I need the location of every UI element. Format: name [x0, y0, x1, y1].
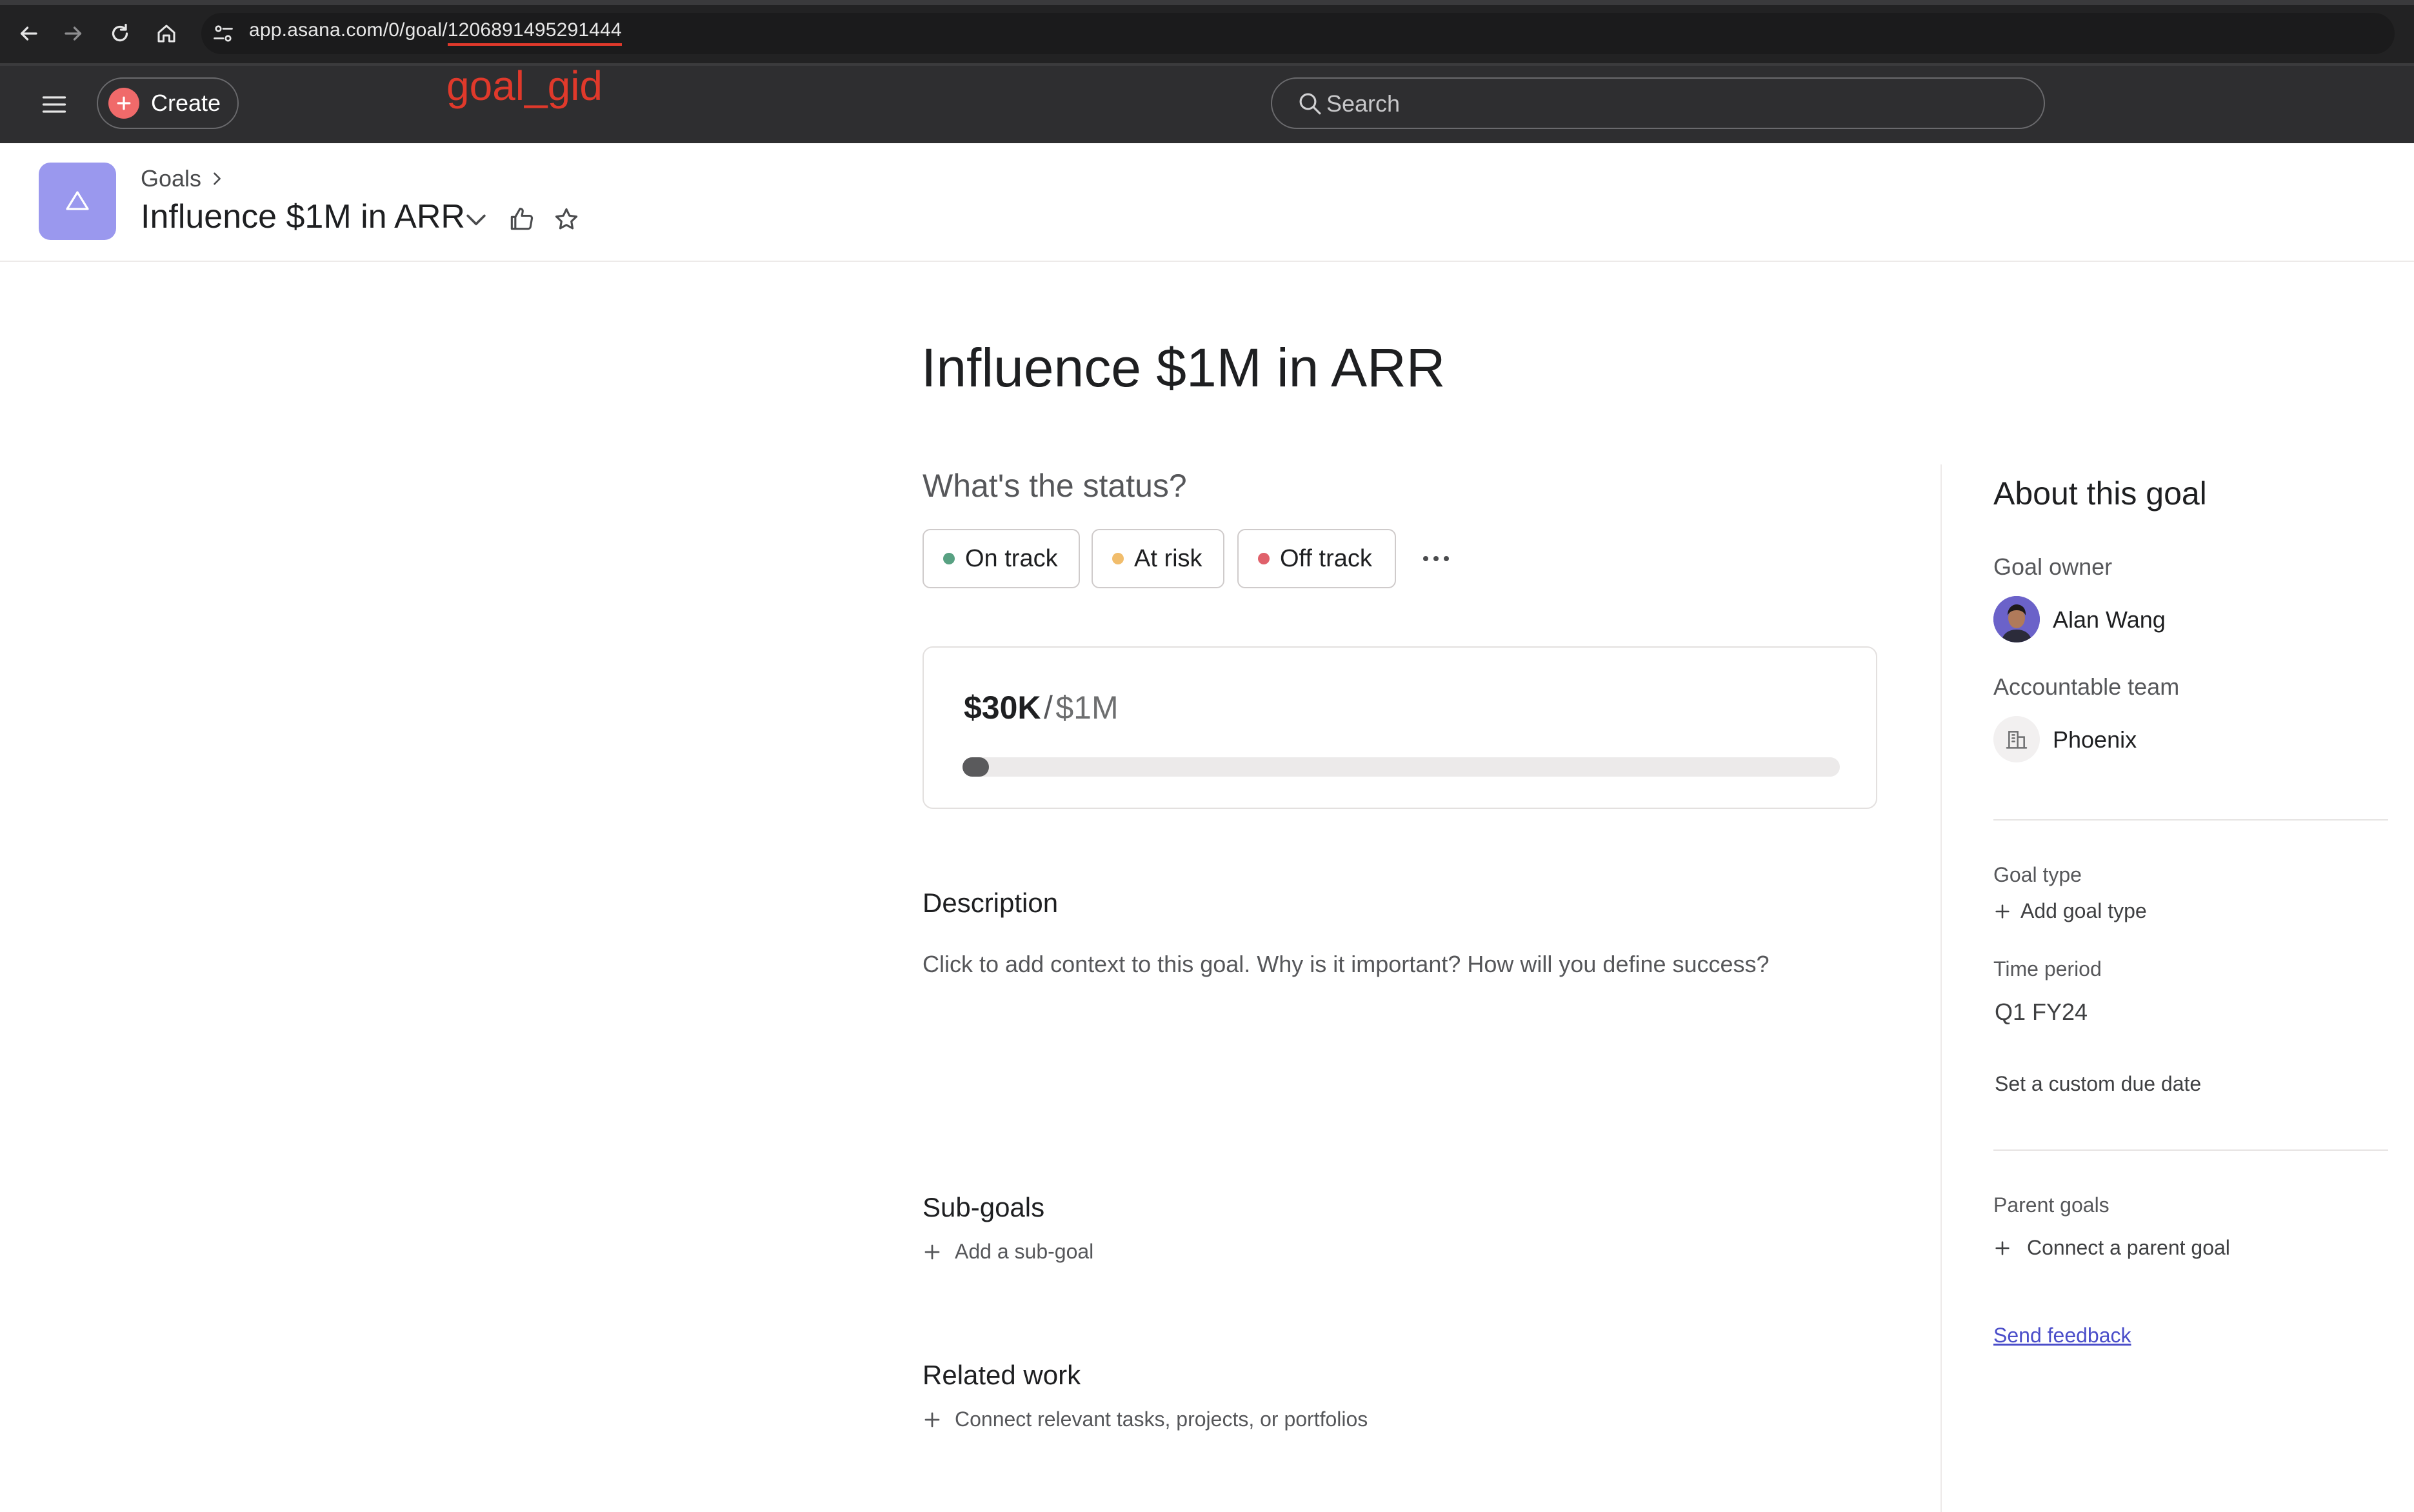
chevron-right-icon	[214, 172, 221, 185]
header-divider	[0, 261, 2414, 262]
description-field[interactable]: Click to add context to this goal. Why i…	[923, 951, 1770, 978]
breadcrumb[interactable]: Goals	[141, 165, 226, 192]
plus-icon	[924, 1244, 940, 1259]
create-button[interactable]: Create	[97, 77, 239, 129]
accountable-team-label: Accountable team	[1993, 673, 2180, 700]
time-period-label: Time period	[1993, 957, 2102, 980]
goal-icon	[39, 163, 116, 240]
about-title: About this goal	[1993, 475, 2207, 512]
progress-current: $30K	[964, 690, 1041, 726]
goal-type-label: Goal type	[1993, 863, 2082, 886]
connect-parent-goal-label: Connect a parent goal	[2027, 1236, 2230, 1259]
progress-card[interactable]: $30K / $1M	[923, 646, 1877, 809]
building-icon	[1993, 716, 2040, 762]
description-heading: Description	[923, 888, 1059, 918]
status-at-risk-button[interactable]: At risk	[1092, 529, 1224, 588]
search-input[interactable]: Search	[1271, 77, 2045, 129]
avatar[interactable]	[1993, 596, 2040, 642]
hamburger-menu-icon[interactable]	[40, 90, 68, 119]
add-subgoal-button[interactable]: Add a sub-goal	[923, 1240, 1093, 1264]
header-goal-title[interactable]: Influence $1M in ARR	[141, 197, 465, 236]
add-goal-type-button[interactable]: Add goal type	[1993, 899, 2147, 923]
gid-underline-annotation	[447, 43, 622, 46]
status-label: Off track	[1280, 544, 1372, 572]
site-settings-icon[interactable]	[212, 22, 235, 45]
subgoals-heading: Sub-goals	[923, 1192, 1045, 1222]
set-custom-due-date-button[interactable]: Set a custom due date	[1995, 1072, 2201, 1096]
progress-bar-fill	[963, 757, 989, 777]
right-panel-divider-2	[1993, 1149, 2388, 1151]
progress-bar	[963, 757, 1840, 777]
plus-icon	[1995, 1240, 2010, 1255]
url-goal-gid: 1206891495291444	[447, 19, 622, 46]
goal-gid-annotation: goal_gid	[446, 63, 603, 109]
send-feedback-link[interactable]: Send feedback	[1993, 1324, 2131, 1348]
connect-related-work-label: Connect relevant tasks, projects, or por…	[955, 1408, 1368, 1431]
search-icon	[1299, 93, 1321, 115]
related-work-heading: Related work	[923, 1360, 1081, 1390]
goal-title[interactable]: Influence $1M in ARR	[921, 337, 1445, 399]
breadcrumb-goals[interactable]: Goals	[141, 165, 201, 192]
progress-target: $1M	[1055, 690, 1119, 726]
status-dot	[1258, 553, 1270, 564]
search-placeholder: Search	[1326, 90, 1401, 117]
more-options-icon[interactable]	[1417, 543, 1455, 574]
progress-value: $30K / $1M	[964, 689, 1119, 726]
url-text[interactable]: app.asana.com/0/goal/1206891495291444	[249, 19, 622, 46]
plus-icon	[1995, 904, 2010, 919]
plus-icon	[924, 1412, 940, 1427]
progress-separator: /	[1043, 690, 1053, 726]
plus-icon	[108, 88, 139, 119]
back-arrow-icon[interactable]	[14, 19, 43, 48]
triangle-goal-icon	[66, 191, 89, 210]
thumbs-up-icon[interactable]	[507, 205, 535, 234]
status-dot	[1112, 553, 1124, 564]
goal-owner-name[interactable]: Alan Wang	[2053, 606, 2166, 633]
goal-owner-label: Goal owner	[1993, 553, 2113, 580]
star-icon[interactable]	[552, 205, 581, 234]
chevron-down-icon[interactable]	[462, 205, 490, 234]
right-panel-divider-1	[1993, 819, 2388, 821]
add-subgoal-label: Add a sub-goal	[955, 1240, 1094, 1263]
status-off-track-button[interactable]: Off track	[1237, 529, 1396, 588]
right-panel-divider	[1940, 464, 1942, 1512]
time-period-value[interactable]: Q1 FY24	[1995, 999, 2088, 1026]
status-prompt: What's the status?	[923, 468, 1187, 504]
app-topbar	[0, 66, 2414, 143]
reload-icon[interactable]	[106, 19, 134, 48]
status-label: On track	[965, 544, 1058, 572]
status-label: At risk	[1134, 544, 1202, 572]
accountable-team-name[interactable]: Phoenix	[2053, 726, 2137, 753]
create-label: Create	[151, 90, 221, 116]
browser-tab-strip	[0, 0, 2414, 5]
add-goal-type-label: Add goal type	[2020, 899, 2147, 922]
status-dot	[943, 553, 955, 564]
home-icon[interactable]	[152, 19, 181, 48]
status-on-track-button[interactable]: On track	[923, 529, 1080, 588]
parent-goals-label: Parent goals	[1993, 1193, 2110, 1217]
forward-arrow-icon[interactable]	[59, 19, 88, 48]
connect-related-work-button[interactable]: Connect relevant tasks, projects, or por…	[923, 1408, 1368, 1431]
connect-parent-goal-button[interactable]: Connect a parent goal	[1993, 1236, 2230, 1260]
url-prefix: app.asana.com/0/goal/	[249, 19, 448, 41]
